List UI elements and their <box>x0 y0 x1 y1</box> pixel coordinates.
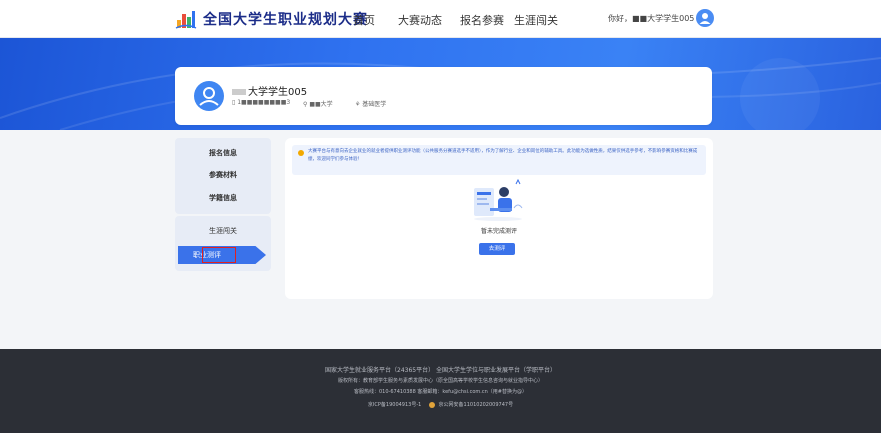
profile-phone-text: 1■■■■■■■■3 <box>237 99 291 106</box>
profile-major: ⚘ 基础医学 <box>355 99 386 108</box>
profile-avatar-icon <box>194 81 224 111</box>
nav-career[interactable]: 生涯闯关 <box>514 12 558 28</box>
footer-icp-number[interactable]: 京ICP备19004913号-1 <box>368 402 421 408</box>
lightbulb-icon <box>298 150 304 156</box>
profile-name: 大学学生005 <box>232 83 307 98</box>
menu-item-student-status[interactable]: 学籍信息 <box>175 193 271 203</box>
profile-major-text: 基础医学 <box>362 101 387 108</box>
empty-state-text: 暂未完成测评 <box>480 228 517 235</box>
logo-icon[interactable] <box>175 8 197 30</box>
empty-state-illustration <box>474 178 523 221</box>
profile-school: ⚲ ■■大学 <box>303 99 333 108</box>
nav-news[interactable]: 大赛动态 <box>398 12 442 28</box>
main-content-card: 大赛平台与有意向去企业就业的就业者提供职业测评功能（公共服务分赛道选手不适用），… <box>285 138 713 299</box>
user-avatar-icon[interactable] <box>696 9 714 27</box>
footer-copyright: 版权所有：教育部学生服务与素质发展中心（原全国高等学校学生信息咨询与就业指导中心… <box>337 378 543 384</box>
top-navbar: 全国大学生职业规划大赛 首页 大赛动态 报名参赛 生涯闯关 你好，■■大学学生0… <box>0 0 881 38</box>
menu-item-materials[interactable]: 参赛材料 <box>175 170 271 180</box>
side-menu-group-1: 报名信息 参赛材料 学籍信息 <box>175 138 271 214</box>
nav-home[interactable]: 首页 <box>353 12 375 28</box>
profile-card: 大学学生005 ▯ 1■■■■■■■■3 ⚲ ■■大学 ⚘ 基础医学 <box>175 67 712 125</box>
footer-police-record[interactable]: 京公网安备11010202009747号 <box>439 402 514 408</box>
side-menu-group-2: 生涯闯关 职业测评 <box>175 216 271 271</box>
footer-platforms[interactable]: 国家大学生就业服务平台（24365平台） 全国大学生学位与职业发展平台（学职平台… <box>0 365 881 374</box>
nav-register[interactable]: 报名参赛 <box>460 12 504 28</box>
notice-text: 大赛平台与有意向去企业就业的就业者提供职业测评功能（公共服务分赛道选手不适用），… <box>308 149 698 162</box>
footer-contact: 客服热线：010-67410388 客服邮箱：kefu@chsi.com.cn（… <box>354 389 527 395</box>
notice-banner: 大赛平台与有意向去企业就业的就业者提供职业测评功能（公共服务分赛道选手不适用），… <box>292 145 706 175</box>
menu-item-registration[interactable]: 报名信息 <box>175 148 271 158</box>
profile-phone: ▯ 1■■■■■■■■3 <box>232 99 290 106</box>
page-footer: 国家大学生就业服务平台（24365平台） 全国大学生学位与职业发展平台（学职平台… <box>0 349 881 433</box>
profile-school-text: ■■大学 <box>309 101 333 108</box>
menu-item-career-assessment[interactable]: 职业测评 <box>178 246 266 264</box>
police-badge-icon <box>428 401 435 408</box>
user-greeting[interactable]: 你好，■■大学学生005 <box>608 13 694 24</box>
highlight-box <box>202 247 236 263</box>
brand-title[interactable]: 全国大学生职业规划大赛 <box>203 9 368 29</box>
footer-icp: 京ICP备19004913号-1 京公网安备11010202009747号 <box>0 401 881 408</box>
profile-name-text: 大学学生005 <box>248 87 308 98</box>
menu-item-career-challenge[interactable]: 生涯闯关 <box>175 226 271 236</box>
start-assessment-button[interactable]: 去测评 <box>479 243 515 255</box>
redacted-mask <box>232 89 246 95</box>
